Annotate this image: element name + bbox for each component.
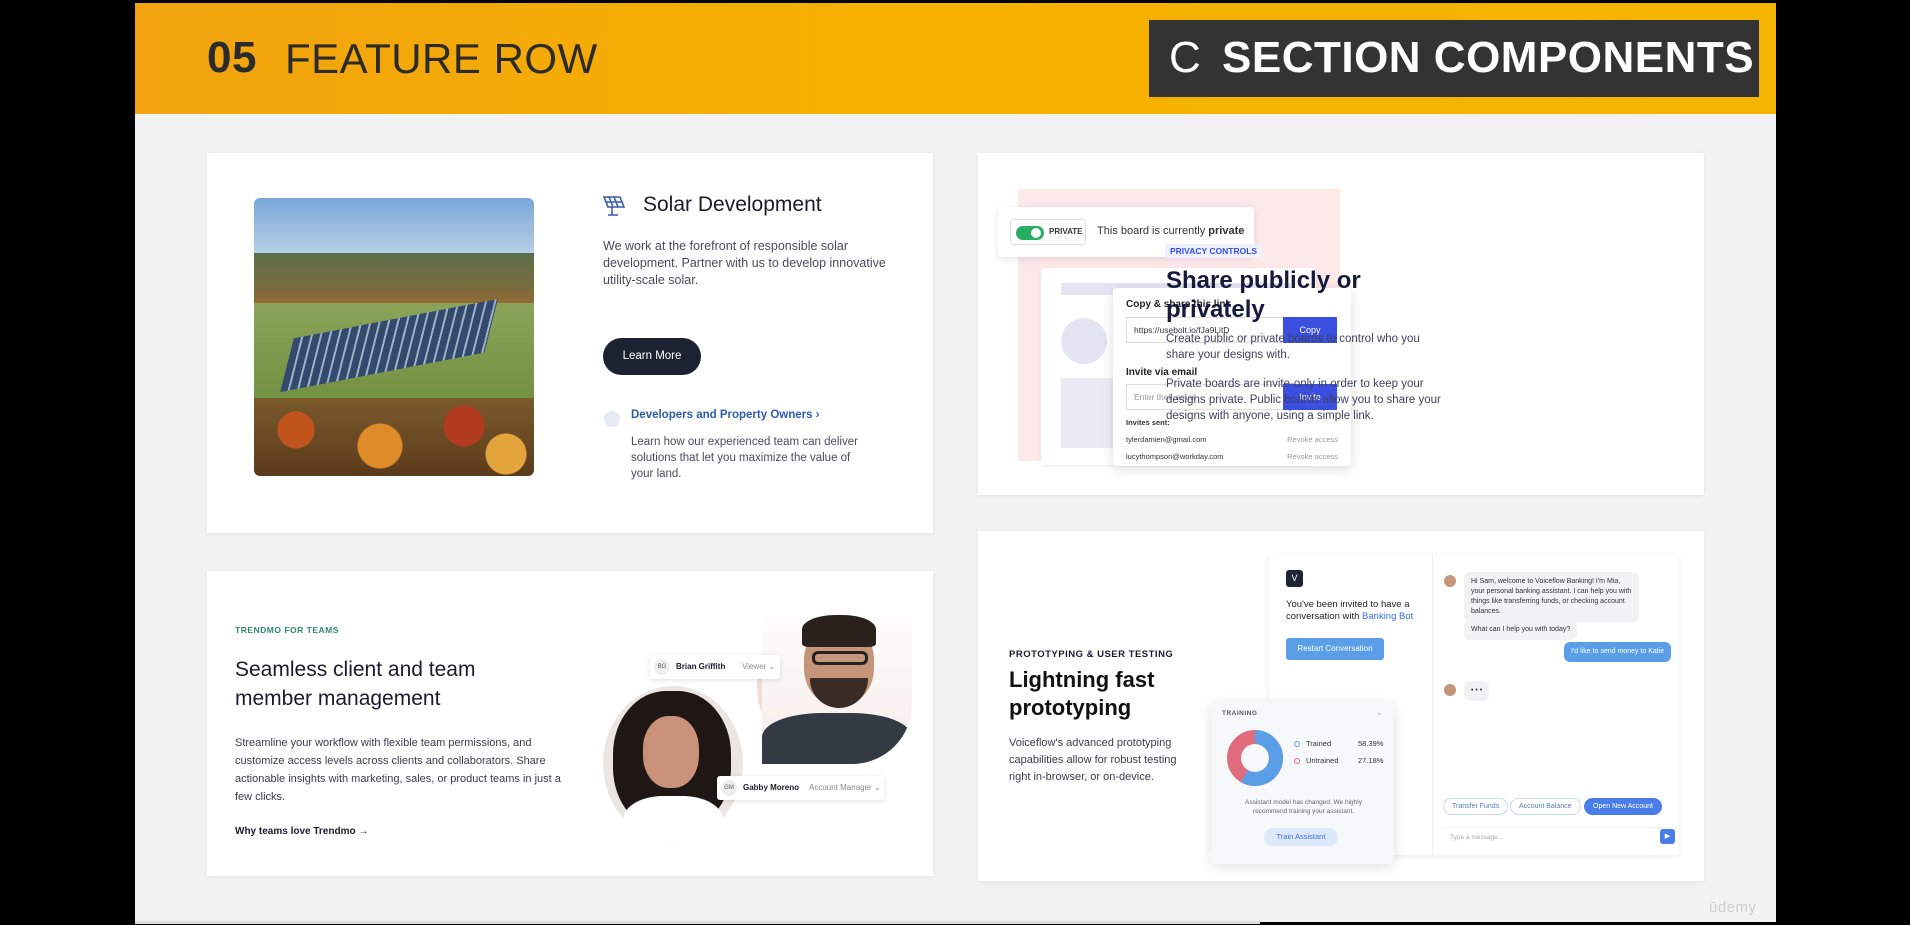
revoke-access-link[interactable]: Revoke access: [1287, 452, 1338, 461]
bot-avatar: [1444, 684, 1456, 696]
woman-photo: [603, 686, 743, 841]
udemy-watermark: ūdemy: [1709, 899, 1757, 916]
privacy-paragraph-1: Create public or private boards to contr…: [1166, 333, 1420, 361]
avatar: GM: [721, 780, 737, 796]
why-teams-link[interactable]: Why teams love Trendmo →: [235, 826, 368, 837]
training-note: Assistant model has changed. We highly r…: [1245, 799, 1362, 815]
developers-link[interactable]: Developers and Property Owners ›: [631, 409, 820, 421]
developers-description: Learn how our experienced team can deliv…: [631, 436, 858, 480]
quick-reply-transfer-funds[interactable]: Transfer Funds: [1443, 798, 1509, 815]
voiceflow-logo: V: [1286, 570, 1303, 587]
send-button[interactable]: ▶: [1660, 829, 1675, 844]
solar-feature-card: Solar Development We work at the forefro…: [207, 153, 933, 533]
header-banner: 05 FEATURE ROW C SECTION COMPONENTS: [135, 3, 1776, 114]
solar-description: We work at the forefront of responsible …: [603, 239, 886, 287]
user-tag-brian: BG Brian Griffith Viewer ⌄: [650, 655, 780, 679]
trendmo-tag: TRENDMO FOR TEAMS: [235, 625, 339, 635]
privacy-feature-card: PRIVATE This board is currently private …: [978, 153, 1704, 495]
solar-title: Solar Development: [643, 193, 822, 216]
legend-trained: Trained 58.39%: [1294, 739, 1383, 748]
voiceflow-title: Lightning fast prototyping: [1009, 667, 1155, 720]
trendmo-title: Seamless client and team member manageme…: [235, 658, 476, 710]
revoke-access-link[interactable]: Revoke access: [1287, 435, 1338, 444]
trendmo-feature-card: TRENDMO FOR TEAMS Seamless client and te…: [207, 571, 933, 876]
voiceflow-description: Voiceflow's advanced prototyping capabil…: [1009, 737, 1177, 783]
invite-row: lucythompson@workday.com Revoke access: [1126, 452, 1338, 461]
user-name: Gabby Moreno: [743, 783, 800, 792]
privacy-tag: PRIVACY CONTROLS: [1165, 244, 1263, 258]
section-label: SECTION COMPONENTS: [1222, 33, 1755, 82]
privacy-paragraph-2: Private boards are invite-only in order …: [1166, 378, 1441, 422]
voiceflow-feature-card: PROTOTYPING & USER TESTING Lightning fas…: [978, 531, 1704, 881]
video-progress-bar[interactable]: [135, 921, 1260, 924]
toggle-switch[interactable]: [1016, 226, 1044, 240]
invite-text: You've been invited to have a conversati…: [1286, 599, 1414, 622]
training-donut-chart: [1227, 730, 1283, 786]
legend-untrained: Untrained 27.18%: [1294, 756, 1383, 765]
role-dropdown[interactable]: Account Manager ⌄: [809, 783, 881, 792]
invite-row: tylerdamien@gmail.com Revoke access: [1126, 435, 1338, 444]
restart-conversation-button[interactable]: Restart Conversation: [1286, 638, 1384, 660]
trendmo-description: Streamline your workflow with flexible t…: [235, 737, 561, 803]
bot-message: What can I help you with today?: [1464, 620, 1578, 640]
learn-more-button[interactable]: Learn More: [603, 338, 701, 375]
message-input[interactable]: Type a message...: [1444, 827, 1669, 845]
developers-icon: [604, 411, 620, 427]
slide: 05 FEATURE ROW C SECTION COMPONENTS Sola…: [135, 3, 1776, 922]
user-message: I'd like to send money to Katie: [1564, 642, 1672, 662]
voiceflow-tag: PROTOTYPING & USER TESTING: [1009, 649, 1174, 660]
section-label-box: C SECTION COMPONENTS: [1149, 20, 1759, 97]
privacy-title: Share publicly or privately: [1166, 267, 1361, 323]
section-letter: C: [1169, 33, 1201, 82]
board-status-text: This board is currently private: [1097, 225, 1245, 237]
role-dropdown[interactable]: Viewer ⌄: [742, 662, 775, 671]
training-widget: TRAINING ⌄ Trained 58.39% Untrained 27.1…: [1211, 701, 1394, 864]
private-toggle[interactable]: PRIVATE: [1010, 219, 1086, 245]
user-name: Brian Griffith: [676, 662, 726, 671]
avatar: BG: [654, 659, 670, 675]
section-title: FEATURE ROW: [285, 35, 598, 82]
user-tag-gabby: GM Gabby Moreno Account Manager ⌄: [717, 776, 884, 800]
solar-farm-photo: [254, 198, 534, 476]
chevron-down-icon[interactable]: ⌄: [1376, 708, 1383, 717]
bot-avatar: [1444, 575, 1456, 587]
section-number: 05: [207, 33, 257, 82]
solar-panel-icon: [602, 196, 626, 216]
quick-reply-account-balance[interactable]: Account Balance: [1510, 798, 1581, 815]
quick-reply-open-new-account[interactable]: Open New Account: [1584, 798, 1662, 815]
training-label: TRAINING: [1222, 710, 1258, 717]
train-assistant-button[interactable]: Train Assistant: [1264, 828, 1338, 846]
typing-indicator: • • •: [1464, 681, 1490, 701]
man-photo: [762, 603, 912, 764]
bot-message: Hi Sam, welcome to Voiceflow Banking! I'…: [1464, 572, 1639, 622]
toggle-label: PRIVATE: [1049, 227, 1083, 236]
